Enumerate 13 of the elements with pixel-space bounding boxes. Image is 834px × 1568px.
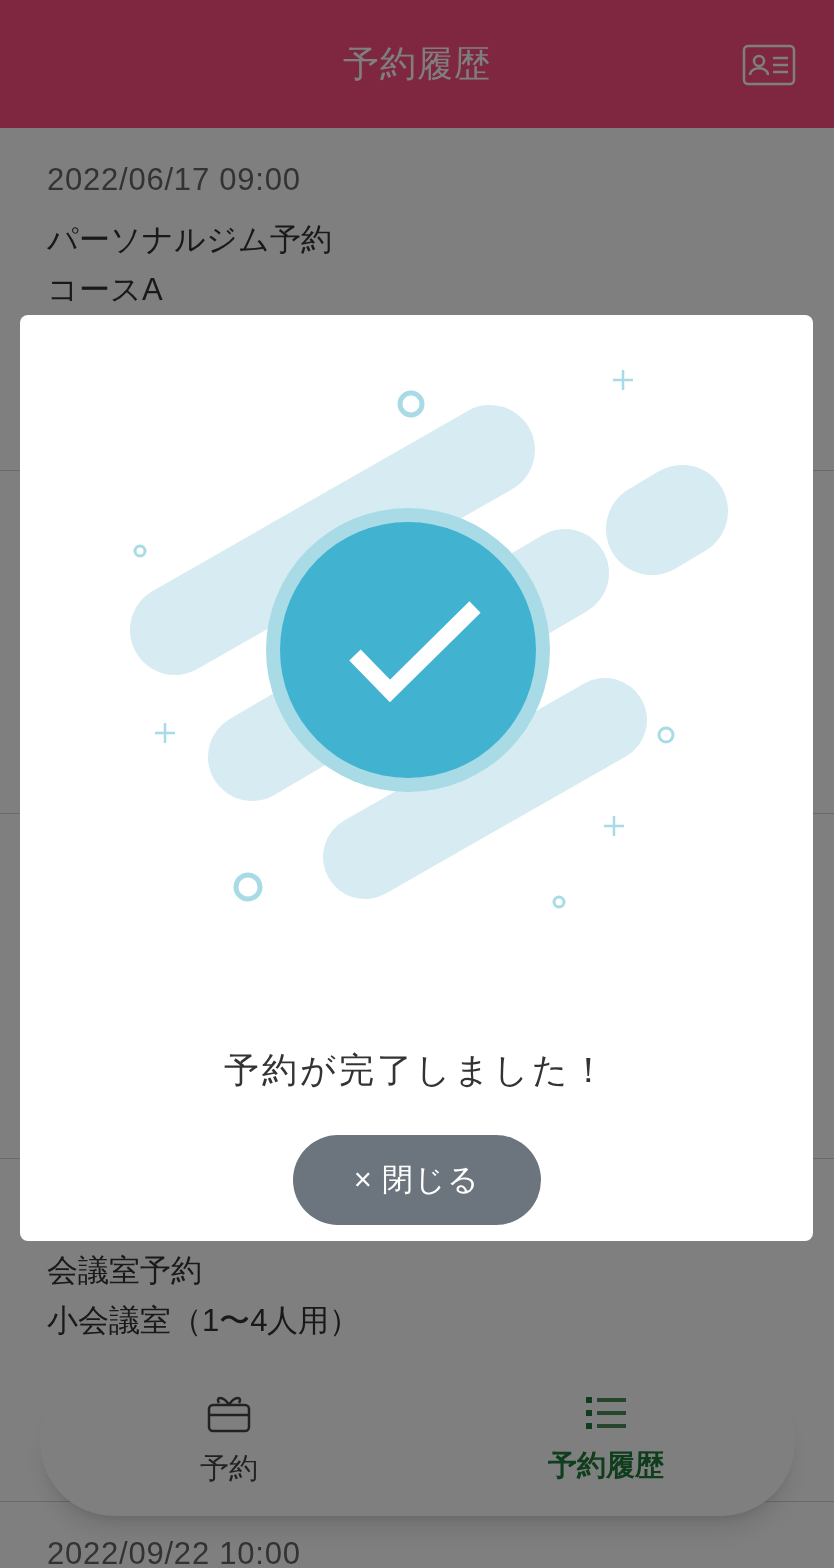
reservation-detail: コースA	[47, 271, 163, 309]
close-button[interactable]: × 閉じる	[292, 1135, 541, 1225]
reservation-title: 会議室予約	[47, 1252, 202, 1290]
header-title: 予約履歴	[343, 42, 491, 86]
id-card-icon[interactable]	[742, 44, 796, 86]
reservation-detail: 小会議室（1〜4人用）	[47, 1302, 361, 1340]
list-icon	[586, 1396, 627, 1431]
reservation-title: パーソナルジム予約	[47, 221, 332, 259]
reservation-date: 2022/06/17 09:00	[47, 161, 301, 199]
nav-tab[interactable]: 予約	[40, 1368, 418, 1516]
reservation-date: 2022/09/22 10:00	[47, 1535, 301, 1568]
success-message: 予約が完了しました！	[224, 1049, 609, 1091]
nav-tab[interactable]: 予約履歴	[417, 1368, 795, 1516]
